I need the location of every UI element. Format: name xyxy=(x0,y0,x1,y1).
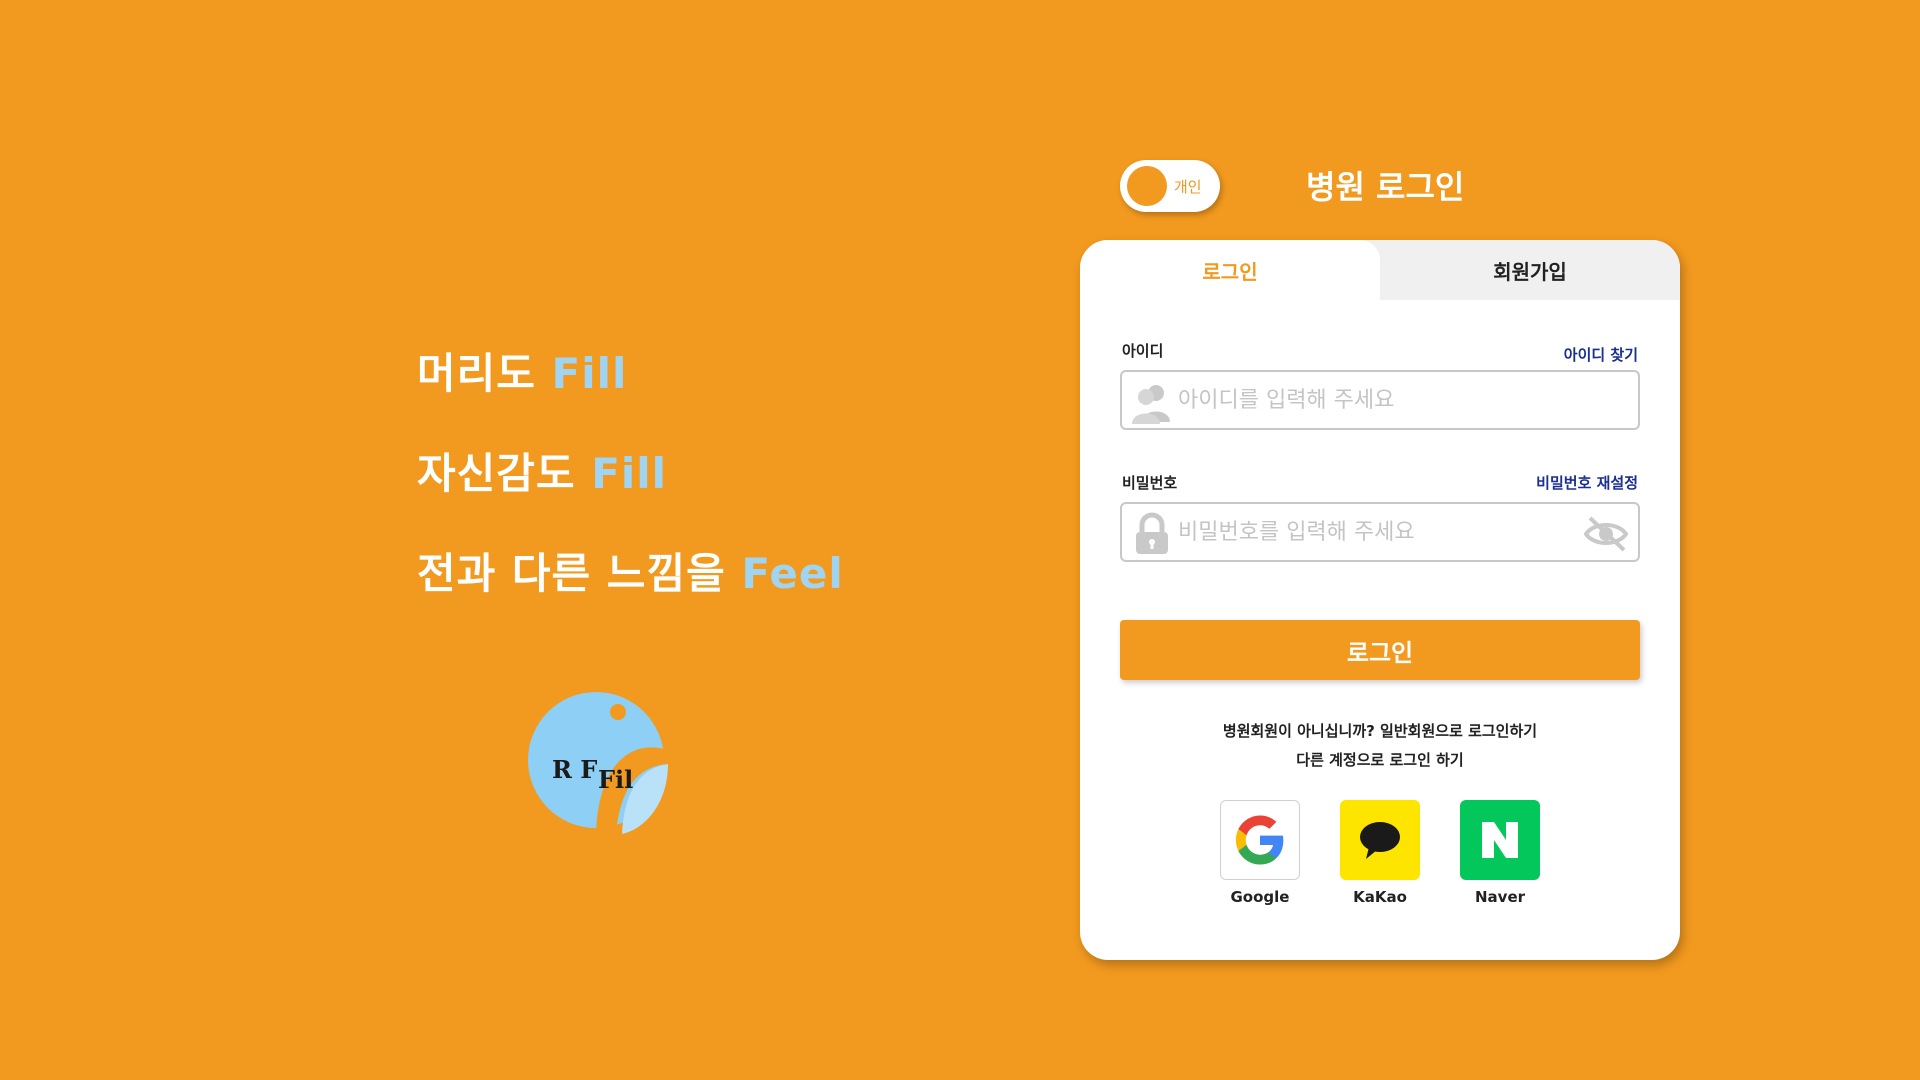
slogan-line-3: 전과 다른 느낌을 Feel xyxy=(417,540,844,601)
login-card: 로그인 회원가입 아이디 아이디 찾기 비밀번호 비밀번호 재설정 로그인 xyxy=(1080,240,1680,960)
slogan-accent: Feel xyxy=(741,549,844,598)
google-label: Google xyxy=(1230,888,1290,906)
general-member-login-link[interactable]: 병원회원이 아니십니까? 일반회원으로 로그인하기 xyxy=(1080,720,1680,741)
kakao-button[interactable] xyxy=(1340,800,1420,880)
naver-icon xyxy=(1482,822,1518,858)
login-button[interactable]: 로그인 xyxy=(1120,620,1640,680)
slogan-accent: Fill xyxy=(591,449,668,498)
naver-button[interactable] xyxy=(1460,800,1540,880)
logo-text-left: R F xyxy=(552,755,597,784)
member-type-toggle[interactable]: 개인 xyxy=(1120,160,1220,212)
find-id-link[interactable]: 아이디 찾기 xyxy=(1564,344,1638,365)
id-input[interactable] xyxy=(1178,382,1578,418)
kakao-icon xyxy=(1360,822,1400,859)
naver-label: Naver xyxy=(1474,888,1526,906)
other-account-login-text: 다른 계정으로 로그인 하기 xyxy=(1296,751,1464,769)
google-button[interactable] xyxy=(1220,800,1300,880)
social-kakao[interactable]: KaKao xyxy=(1340,800,1420,906)
refill-logo: R F Fil xyxy=(528,692,668,834)
social-google[interactable]: Google xyxy=(1220,800,1300,906)
slogan-line-1: 머리도 Fill xyxy=(417,340,627,401)
social-naver[interactable]: Naver xyxy=(1460,800,1540,906)
password-input[interactable] xyxy=(1178,514,1578,550)
id-label: 아이디 xyxy=(1122,342,1164,360)
lock-icon xyxy=(1136,512,1168,554)
logo-text-right: Fil xyxy=(598,765,633,794)
password-label: 비밀번호 xyxy=(1122,474,1178,492)
toggle-knob[interactable] xyxy=(1127,166,1167,206)
auth-tabs: 로그인 회원가입 xyxy=(1080,240,1680,300)
eye-off-icon[interactable] xyxy=(1584,514,1628,554)
toggle-label: 개인 xyxy=(1174,178,1202,196)
slogan-text: 자신감도 xyxy=(417,449,592,498)
tab-login[interactable]: 로그인 xyxy=(1080,240,1380,300)
id-input-box[interactable] xyxy=(1120,370,1640,430)
google-icon xyxy=(1235,815,1284,865)
slogan-accent: Fill xyxy=(551,349,628,398)
login-mode-title: 병원 로그인 xyxy=(1306,168,1465,206)
password-input-box[interactable] xyxy=(1120,502,1640,562)
kakao-label: KaKao xyxy=(1353,888,1407,906)
slogan-text: 머리도 xyxy=(417,349,552,398)
slogan-line-2: 자신감도 Fill xyxy=(417,440,667,501)
reset-password-link[interactable]: 비밀번호 재설정 xyxy=(1536,472,1638,493)
tab-signup[interactable]: 회원가입 xyxy=(1360,240,1680,300)
user-icon xyxy=(1132,385,1170,424)
slogan-text: 전과 다른 느낌을 xyxy=(417,549,742,598)
